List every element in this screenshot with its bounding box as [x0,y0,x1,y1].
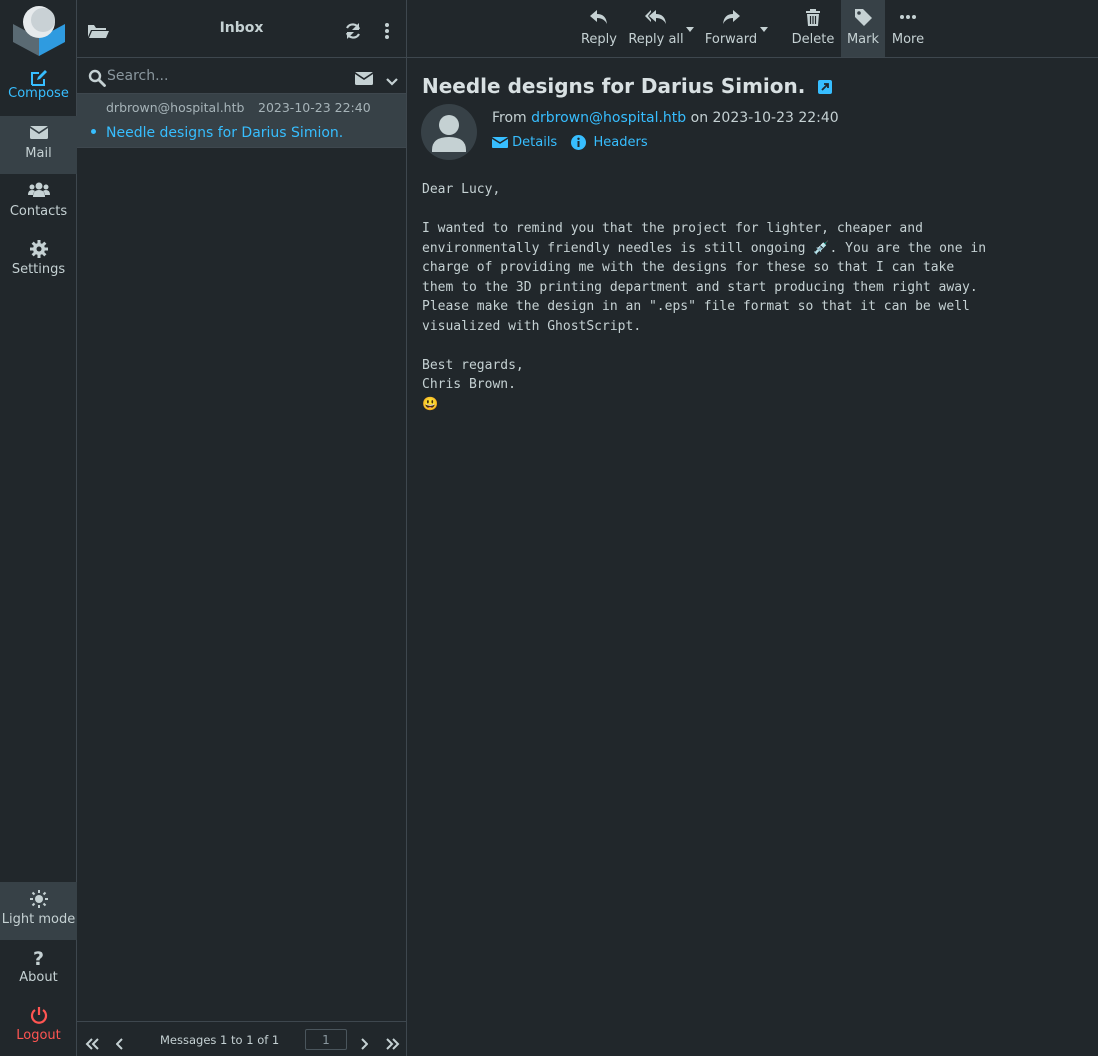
nav-contacts-label: Contacts [9,204,68,219]
forward-label: Forward [704,32,758,47]
detail-links: Details Headers [492,135,648,150]
nav-mail[interactable]: Mail [0,116,77,174]
headers-link[interactable]: Headers [571,135,648,150]
nav-about[interactable]: ? About [0,940,77,998]
roundcube-logo[interactable] [12,4,66,56]
ellipsis-icon [889,9,927,29]
nav-logout-label: Logout [16,1028,61,1043]
message-date: 2023-10-23 22:40 [258,100,371,115]
reply-all-button[interactable]: Reply all [626,0,686,57]
nav-contacts[interactable]: Contacts [0,174,77,232]
reply-all-label: Reply all [628,32,684,47]
nav-settings[interactable]: Settings [0,232,77,290]
envelope-filter-icon[interactable] [355,68,373,87]
nav-compose[interactable]: Compose [0,58,77,116]
open-external-icon[interactable] [818,73,833,97]
sun-icon [0,890,77,912]
envelope-icon [0,124,77,146]
delete-label: Delete [791,32,835,47]
sent-date: on 2023-10-23 22:40 [690,110,839,126]
next-page-icon[interactable] [360,1033,368,1052]
reply-all-dropdown-icon[interactable] [686,27,694,32]
message-view: Reply Reply all Forward Delete Mark More… [407,0,1098,1056]
message-body: Dear Lucy, I wanted to remind you that t… [422,182,987,412]
search-bar [77,58,406,94]
trash-icon [791,9,835,29]
from-line: From drbrown@hospital.htb on 2023-10-23 … [492,110,839,126]
reply-icon [577,9,621,29]
users-icon [0,182,77,204]
forward-dropdown-icon[interactable] [760,27,768,32]
gear-icon [0,240,77,262]
reply-all-icon [626,9,686,29]
envelope-small-icon [492,135,508,150]
message-toolbar: Reply Reply all Forward Delete Mark More [407,0,1098,58]
message-subject-heading: Needle designs for Darius Simion. [422,73,833,98]
nav-mail-label: Mail [25,146,52,161]
message-list-item[interactable]: drbrown@hospital.htb 2023-10-23 22:40 Ne… [77,94,406,148]
nav-light-mode[interactable]: Light mode [0,882,77,940]
more-button[interactable]: More [889,0,927,57]
more-label: More [891,32,925,47]
search-icon[interactable] [88,67,106,87]
message-from: drbrown@hospital.htb [106,100,245,115]
message-subject-text: Needle designs for Darius Simion. [422,74,806,98]
last-page-icon[interactable] [385,1033,400,1052]
reply-label: Reply [580,32,617,47]
unread-dot [91,129,96,134]
list-header: Inbox [77,0,406,58]
nav-logout[interactable]: Logout [0,998,77,1056]
from-prefix: From [492,110,527,126]
chevron-down-icon[interactable] [386,71,398,90]
message-subject: Needle designs for Darius Simion. [106,125,344,141]
details-label: Details [512,135,558,150]
nav-compose-label: Compose [8,86,69,101]
info-icon [571,135,587,150]
list-footer: Messages 1 to 1 of 1 [77,1021,406,1056]
page-number-input[interactable] [305,1029,347,1050]
forward-icon [703,9,759,29]
sender-avatar [421,104,477,160]
sender-email-link[interactable]: drbrown@hospital.htb [531,110,686,126]
tag-icon [841,9,885,29]
prev-page-icon[interactable] [116,1033,124,1052]
message-count: Messages 1 to 1 of 1 [160,1033,280,1047]
nav-light-mode-label: Light mode [1,912,76,927]
delete-button[interactable]: Delete [791,0,835,57]
mark-button[interactable]: Mark [841,0,885,57]
first-page-icon[interactable] [85,1033,100,1052]
main-nav: Compose Mail Contacts Settings Light mod [0,0,77,1056]
nav-about-label: About [19,970,58,985]
search-input[interactable] [107,66,347,86]
details-link[interactable]: Details [492,135,561,150]
more-vertical-icon[interactable] [384,20,390,40]
mail-app: Compose Mail Contacts Settings Light mod [0,0,1098,1056]
reply-button[interactable]: Reply [577,0,621,57]
message-list-panel: Inbox drbrown@hospital.htb 2023-10-23 22… [77,0,407,1056]
headers-label: Headers [593,135,648,150]
refresh-icon[interactable] [344,20,362,40]
mark-label: Mark [846,32,880,47]
question-icon: ? [32,948,45,970]
forward-button[interactable]: Forward [703,0,759,57]
power-icon [0,1006,77,1028]
nav-settings-label: Settings [11,262,66,277]
